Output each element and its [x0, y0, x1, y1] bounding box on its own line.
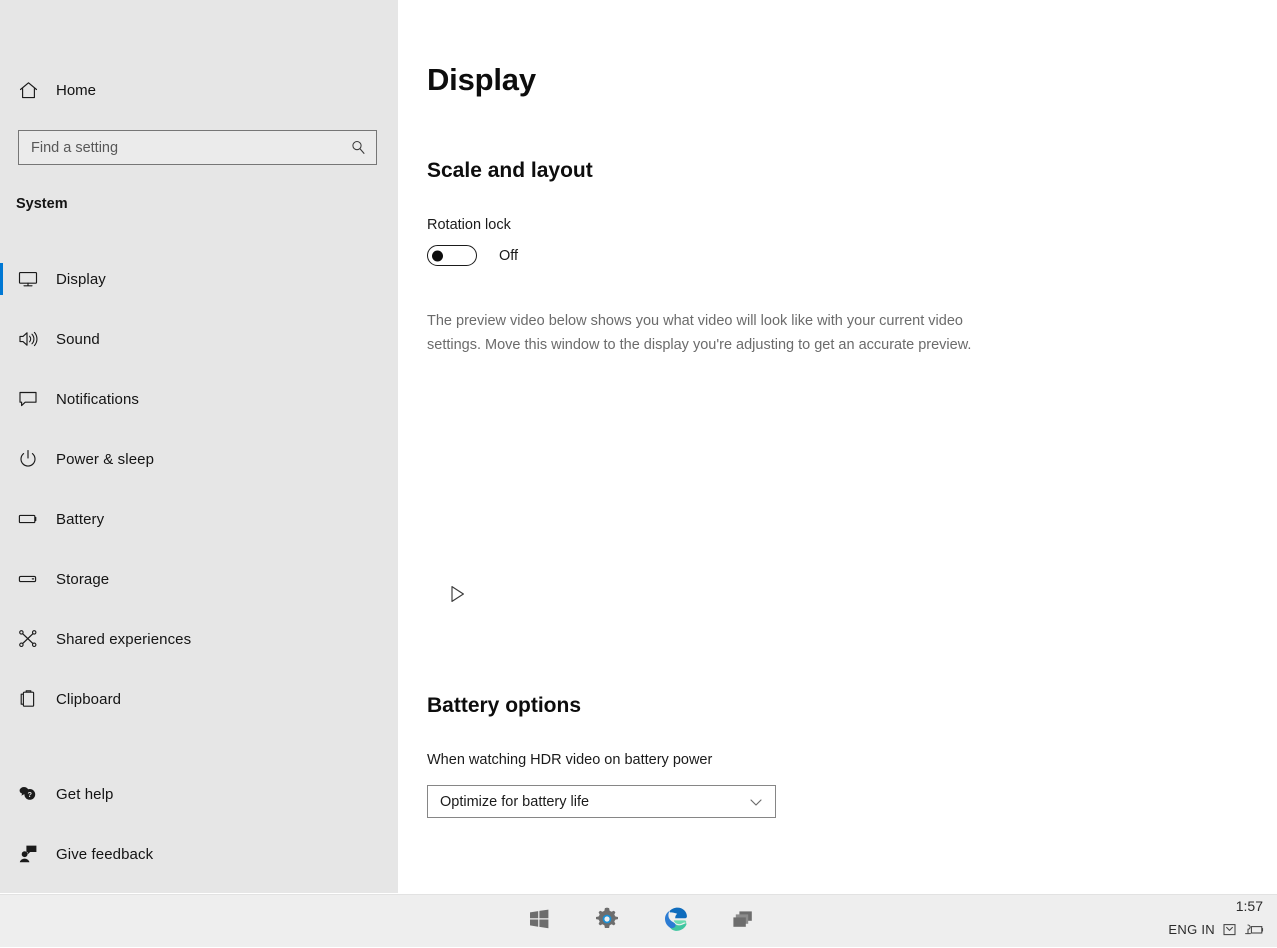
battery-options-heading: Battery options: [427, 694, 582, 717]
rotation-lock-toggle-row: Off: [427, 245, 518, 266]
rotation-lock-state: Off: [499, 247, 519, 264]
sidebar-item-label: Storage: [56, 570, 110, 588]
language-indicator[interactable]: ENG IN: [1168, 922, 1215, 937]
sidebar-item-label: Battery: [56, 510, 105, 528]
battery-icon: [0, 508, 56, 530]
search-placeholder: Find a setting: [31, 139, 119, 156]
feedback-person-icon: [0, 843, 56, 865]
speaker-icon: [0, 328, 56, 350]
hdr-battery-dropdown[interactable]: Optimize for battery life: [427, 785, 776, 818]
sidebar-home-label: Home: [56, 81, 97, 99]
windows-logo-icon: [528, 908, 550, 935]
monitor-icon: [0, 268, 56, 290]
sidebar-item-notifications[interactable]: Notifications: [0, 379, 398, 419]
main-content: Display Scale and layout Rotation lock O…: [398, 0, 1277, 893]
scale-and-layout-heading: Scale and layout: [427, 159, 593, 182]
sidebar-item-label: Power & sleep: [56, 450, 155, 468]
play-triangle-icon[interactable]: [449, 584, 467, 609]
action-center-icon[interactable]: [1222, 922, 1237, 937]
home-icon: [0, 80, 56, 101]
share-nodes-icon: [0, 628, 56, 650]
sidebar-item-sound[interactable]: Sound: [0, 319, 398, 359]
sidebar-item-shared-experiences[interactable]: Shared experiences: [0, 619, 398, 659]
help-bubble-icon: ?: [0, 783, 56, 805]
taskbar-clock[interactable]: 1:57: [1236, 898, 1263, 914]
sidebar-item-label: Shared experiences: [56, 630, 192, 648]
notification-bubble-icon: [0, 388, 56, 410]
sidebar-item-label: Give feedback: [56, 845, 154, 863]
toggle-knob: [432, 250, 443, 261]
edge-taskbar-button[interactable]: [660, 907, 690, 937]
sidebar-item-battery[interactable]: Battery: [0, 499, 398, 539]
svg-text:?: ?: [28, 790, 33, 799]
sidebar-item-power-sleep[interactable]: Power & sleep: [0, 439, 398, 479]
power-icon: [0, 448, 56, 470]
rotation-lock-toggle[interactable]: [427, 245, 477, 266]
chevron-down-icon: [737, 794, 775, 810]
clipboard-icon: [0, 688, 56, 710]
taskbar-buttons: [524, 895, 758, 948]
sidebar-item-label: Display: [56, 270, 106, 288]
dropdown-selected-value: Optimize for battery life: [440, 793, 590, 810]
system-tray: ENG IN: [1168, 922, 1265, 937]
settings-window-root: Settings: [0, 0, 1277, 947]
selection-indicator: [0, 263, 3, 295]
task-view-icon: [731, 908, 755, 935]
hdr-battery-label: When watching HDR video on battery power: [427, 752, 713, 768]
sidebar-item-storage[interactable]: Storage: [0, 559, 398, 599]
search-icon[interactable]: [340, 139, 376, 156]
page-title: Display: [427, 62, 536, 97]
battery-charging-icon[interactable]: [1244, 922, 1265, 937]
sidebar-item-label: Clipboard: [56, 690, 122, 708]
sidebar-item-get-help[interactable]: ? Get help: [0, 774, 398, 814]
preview-description: The preview video below shows you what v…: [427, 313, 972, 353]
storage-drive-icon: [0, 568, 56, 590]
gear-icon: [594, 906, 620, 937]
sidebar-item-label: Sound: [56, 330, 100, 348]
sidebar-item-display[interactable]: Display: [0, 259, 398, 299]
sidebar: Home Find a setting System Display Sound…: [0, 0, 398, 893]
search-input[interactable]: Find a setting: [18, 130, 377, 165]
taskbar: 1:57 ENG IN: [0, 894, 1277, 947]
sidebar-item-label: Notifications: [56, 390, 140, 408]
video-preview-area[interactable]: [427, 400, 987, 650]
settings-taskbar-button[interactable]: [592, 907, 622, 937]
sidebar-item-label: Get help: [56, 785, 114, 803]
sidebar-item-home[interactable]: Home: [0, 70, 398, 110]
sidebar-item-clipboard[interactable]: Clipboard: [0, 679, 398, 719]
task-view-button[interactable]: [728, 907, 758, 937]
sidebar-item-give-feedback[interactable]: Give feedback: [0, 834, 398, 874]
settings-window: Settings: [0, 0, 1277, 894]
sidebar-group-title: System: [16, 196, 68, 212]
rotation-lock-label: Rotation lock: [427, 217, 511, 233]
edge-browser-icon: [662, 906, 689, 938]
start-button[interactable]: [524, 907, 554, 937]
